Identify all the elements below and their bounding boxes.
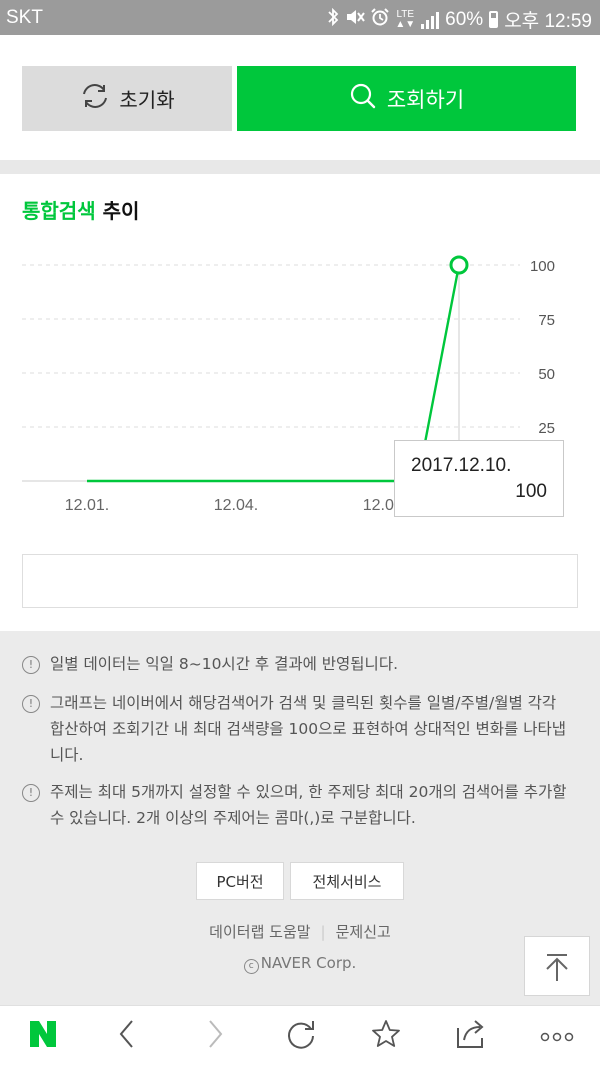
status-bar: SKT LTE ▲▼ 60% 오후 12:59	[0, 0, 600, 35]
refresh-button[interactable]	[266, 1006, 336, 1066]
notice-text: 일별 데이터는 익일 8~10시간 후 결과에 반영됩니다.	[50, 655, 399, 673]
data-point-highlight	[449, 255, 469, 275]
scroll-top-button[interactable]	[524, 936, 590, 996]
footer-buttons: PC버전 전체서비스	[0, 862, 600, 900]
battery-percent: 60%	[445, 8, 484, 30]
section-title-rest: 추이	[95, 199, 140, 223]
share-button[interactable]	[436, 1006, 506, 1066]
action-buttons: 초기화 조회하기	[22, 66, 576, 131]
more-button[interactable]	[522, 1006, 592, 1066]
lte-icon: LTE ▲▼	[395, 8, 416, 30]
notice-text: 주제는 최대 5개까지 설정할 수 있으며, 한 주제당 최대 20개의 검색어…	[50, 783, 567, 827]
keyword-table-box	[22, 554, 578, 608]
section-title-highlight: 통합검색	[22, 199, 96, 223]
notice-item: ! 일별 데이터는 익일 8~10시간 후 결과에 반영됩니다.	[22, 651, 572, 677]
notice-item: ! 그래프는 네이버에서 해당검색어가 검색 및 클릭된 횟수를 일별/주별/월…	[22, 690, 572, 768]
y-tick-label: 75	[538, 312, 555, 329]
more-icon	[540, 1027, 574, 1046]
info-icon: !	[22, 656, 40, 674]
forward-icon	[205, 1018, 225, 1054]
mute-icon	[345, 8, 366, 32]
x-tick-label: 12.01.	[65, 497, 109, 514]
refresh-icon	[79, 82, 111, 115]
notice-item: ! 주제는 최대 5개까지 설정할 수 있으며, 한 주제당 최대 20개의 검…	[22, 779, 572, 831]
info-icon: !	[22, 784, 40, 802]
search-icon	[349, 82, 377, 115]
notice-text: 그래프는 네이버에서 해당검색어가 검색 및 클릭된 횟수를 일별/주별/월별 …	[50, 694, 566, 764]
status-icons: LTE ▲▼ 60% 오후 12:59	[327, 6, 592, 33]
bookmark-star-icon	[370, 1018, 402, 1054]
back-button[interactable]	[92, 1006, 162, 1066]
tooltip-date: 2017.12.10.	[411, 455, 512, 476]
bookmark-button[interactable]	[351, 1006, 421, 1066]
y-tick-label: 100	[530, 258, 555, 275]
search-label: 조회하기	[386, 87, 465, 112]
browser-toolbar	[0, 1005, 600, 1066]
x-tick-label: 12.04.	[214, 497, 258, 514]
naver-home-button[interactable]	[8, 1006, 78, 1066]
all-services-button[interactable]: 전체서비스	[290, 862, 404, 900]
forward-button[interactable]	[180, 1006, 250, 1066]
reset-label: 초기화	[119, 88, 175, 112]
tooltip-value: 100	[515, 481, 547, 502]
reset-button[interactable]: 초기화	[22, 66, 232, 131]
info-icon: !	[22, 695, 40, 713]
info-area: ! 일별 데이터는 익일 8~10시간 후 결과에 반영됩니다. ! 그래프는 …	[0, 631, 600, 1005]
y-tick-label: 50	[538, 366, 555, 383]
back-icon	[117, 1018, 137, 1054]
copyright: c NAVER Corp.	[0, 954, 600, 974]
help-link[interactable]: 데이터랩 도움말	[209, 923, 310, 941]
network-label: LTE	[396, 8, 415, 20]
section-divider	[0, 160, 600, 174]
arrow-up-icon	[525, 954, 589, 999]
y-tick-label: 25	[538, 420, 555, 437]
pc-version-button[interactable]: PC버전	[196, 862, 284, 900]
battery-icon	[489, 11, 499, 28]
clock: 오후 12:59	[504, 11, 592, 32]
alarm-icon	[371, 7, 390, 32]
search-button[interactable]: 조회하기	[237, 66, 576, 131]
copyright-symbol: c	[243, 959, 259, 974]
footer-separator: |	[320, 923, 326, 941]
carrier-label: SKT	[6, 7, 43, 28]
report-link[interactable]: 문제신고	[336, 923, 391, 941]
naver-home-icon	[28, 1019, 58, 1053]
copyright-text: NAVER Corp.	[260, 954, 357, 972]
signal-icon	[421, 11, 440, 29]
bluetooth-icon	[327, 7, 339, 32]
reload-icon	[284, 1017, 318, 1055]
share-icon	[454, 1018, 488, 1054]
section-title: 통합검색 추이	[22, 195, 139, 224]
footer-links: 데이터랩 도움말 | 문제신고	[0, 921, 600, 942]
chart-tooltip: 2017.12.10. 100	[394, 440, 564, 517]
